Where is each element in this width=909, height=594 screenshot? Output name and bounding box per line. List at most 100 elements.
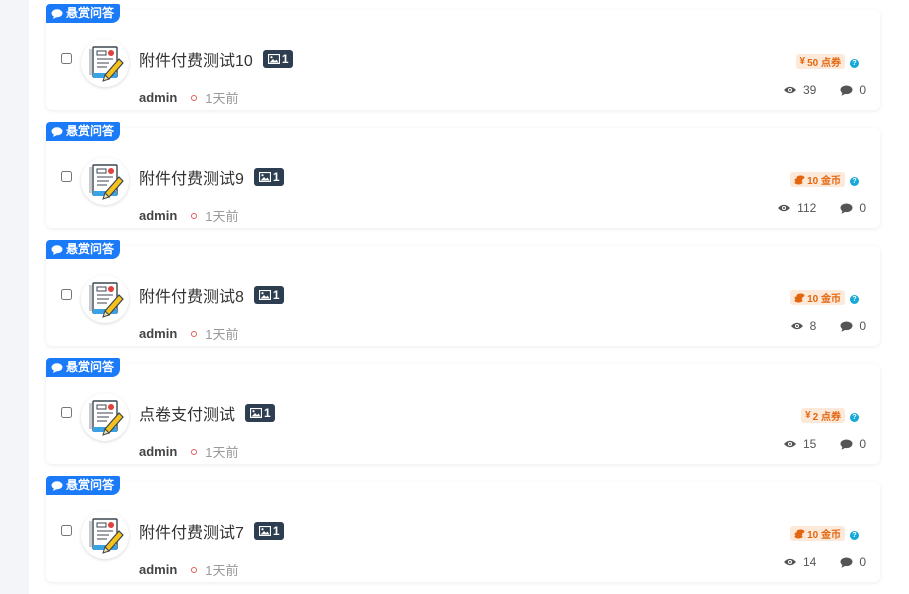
post-time: 1天前 — [205, 563, 239, 578]
reward-symbol: ¥ — [799, 56, 806, 67]
post-title[interactable]: 附件付费测试7 — [139, 519, 244, 543]
post-title[interactable]: 附件付费测试10 — [139, 47, 253, 71]
coin-stack-icon — [794, 529, 805, 538]
views-stat: 15 — [783, 437, 816, 451]
reward-pill: ¥ 2 点券 — [801, 408, 845, 423]
bounty-badge-label: 悬赏问答 — [66, 360, 115, 374]
image-count: 1 — [272, 288, 280, 302]
post-title[interactable]: 附件付费测试8 — [139, 283, 244, 307]
author-name[interactable]: admin — [139, 208, 177, 223]
post-meta: admin 1天前 — [139, 560, 239, 579]
bounty-badge-label: 悬赏问答 — [66, 6, 115, 20]
help-icon[interactable]: ? — [850, 294, 859, 304]
time-dot-icon — [191, 212, 198, 219]
post-stats: 112 0 — [777, 201, 866, 215]
comment-icon — [840, 203, 853, 214]
author-name[interactable]: admin — [139, 326, 177, 341]
select-checkbox[interactable] — [61, 407, 72, 418]
document-pen-icon — [89, 518, 124, 554]
image-count-badge: 1 — [253, 168, 284, 186]
post-card[interactable]: 悬赏问答 附件付费测试7 1 admin 1天前 10 金币 ? 14 0 — [46, 476, 880, 582]
chat-bubble-icon — [51, 126, 63, 137]
post-card[interactable]: 悬赏问答 附件付费测试10 1 admin 1天前 ¥ 50 点券 ? 39 0 — [46, 4, 880, 110]
reward: 10 金币 ? — [790, 526, 859, 541]
post-time: 1天前 — [205, 209, 239, 224]
image-icon — [267, 54, 280, 64]
reward-pill: 10 金币 — [790, 526, 845, 541]
chat-bubble-icon — [51, 480, 63, 491]
image-count-badge: 1 — [253, 286, 284, 304]
views-count: 14 — [802, 555, 817, 569]
image-icon — [258, 290, 271, 300]
avatar[interactable] — [81, 511, 129, 559]
views-stat: 39 — [783, 83, 816, 97]
bounty-badge-label: 悬赏问答 — [66, 242, 115, 256]
comments-stat: 0 — [840, 437, 866, 451]
select-checkbox[interactable] — [61, 289, 72, 300]
image-count-badge: 1 — [262, 50, 293, 68]
author-name[interactable]: admin — [139, 90, 177, 105]
avatar[interactable] — [81, 157, 129, 205]
image-icon — [258, 172, 271, 182]
bounty-badge: 悬赏问答 — [46, 240, 121, 259]
select-checkbox[interactable] — [61, 525, 72, 536]
image-count-badge: 1 — [253, 522, 284, 540]
post-time: 1天前 — [205, 445, 239, 460]
post-time: 1天前 — [205, 91, 239, 106]
chat-bubble-icon — [51, 8, 63, 19]
image-count: 1 — [264, 406, 271, 420]
help-icon[interactable]: ? — [850, 176, 859, 186]
reward-pill: 10 金币 — [790, 290, 845, 305]
help-icon[interactable]: ? — [850, 58, 859, 68]
image-count-badge: 1 — [245, 404, 275, 422]
reward: 10 金币 ? — [790, 172, 859, 187]
comments-stat: 0 — [840, 319, 866, 333]
avatar[interactable] — [81, 275, 129, 323]
comments-count: 0 — [859, 319, 866, 333]
help-icon[interactable]: ? — [850, 412, 859, 422]
reward-value: 10 金币 — [807, 176, 841, 187]
views-count: 112 — [797, 201, 817, 215]
coin-stack-icon — [794, 175, 805, 184]
time-dot-icon — [191, 330, 198, 337]
time-dot-icon — [191, 94, 198, 101]
help-icon[interactable]: ? — [850, 530, 859, 540]
reward: ¥ 2 点券 ? — [801, 408, 859, 423]
views-stat: 112 — [777, 201, 816, 215]
chat-bubble-icon — [51, 244, 63, 255]
image-count: 1 — [272, 524, 280, 538]
post-card[interactable]: 悬赏问答 附件付费测试9 1 admin 1天前 10 金币 ? 112 0 — [46, 122, 880, 228]
document-pen-icon — [89, 164, 124, 200]
post-card[interactable]: 悬赏问答 点卷支付测试 1 admin 1天前 ¥ 2 点券 ? 15 0 — [46, 358, 880, 464]
avatar[interactable] — [81, 39, 129, 87]
avatar[interactable] — [81, 393, 129, 441]
post-stats: 14 0 — [783, 555, 866, 569]
bounty-badge-label: 悬赏问答 — [66, 124, 115, 138]
post-card[interactable]: 悬赏问答 附件付费测试8 1 admin 1天前 10 金币 ? 8 0 — [46, 240, 880, 346]
post-title[interactable]: 点卷支付测试 — [139, 401, 235, 425]
title-row: 附件付费测试10 1 — [139, 48, 293, 70]
post-title[interactable]: 附件付费测试9 — [139, 165, 244, 189]
image-count: 1 — [281, 52, 289, 66]
eye-icon — [790, 322, 803, 330]
chat-bubble-icon — [51, 362, 63, 373]
select-checkbox[interactable] — [61, 171, 72, 182]
views-count: 39 — [802, 83, 817, 97]
author-name[interactable]: admin — [139, 562, 177, 577]
select-checkbox[interactable] — [61, 53, 72, 64]
comments-count: 0 — [859, 437, 866, 451]
document-pen-icon — [89, 282, 124, 318]
views-stat: 14 — [783, 555, 816, 569]
comments-count: 0 — [859, 555, 866, 569]
post-meta: admin 1天前 — [139, 206, 239, 225]
post-meta: admin 1天前 — [139, 442, 239, 461]
comments-stat: 0 — [840, 555, 866, 569]
time-dot-icon — [191, 566, 198, 573]
reward-pill: ¥ 50 点券 — [795, 54, 845, 69]
post-stats: 15 0 — [783, 437, 866, 451]
author-name[interactable]: admin — [139, 444, 177, 459]
eye-icon — [783, 86, 796, 94]
image-count: 1 — [272, 170, 280, 184]
reward-pill: 10 金币 — [790, 172, 845, 187]
post-stats: 39 0 — [783, 83, 866, 97]
